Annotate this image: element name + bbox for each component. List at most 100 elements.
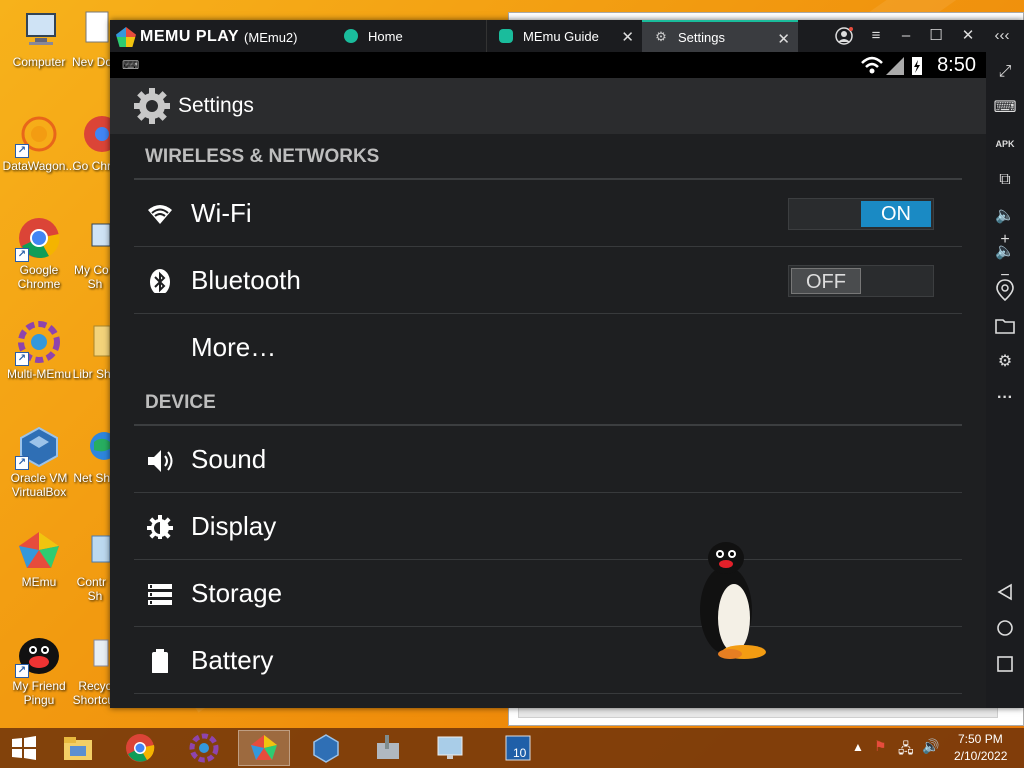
desktop-icon-memu[interactable]: MEmu bbox=[0, 528, 78, 589]
control-panel-icon bbox=[80, 528, 111, 572]
keyboard-icon[interactable]: ⌨ bbox=[993, 96, 1017, 120]
taskbar-memu[interactable] bbox=[238, 730, 290, 766]
collapse-icon[interactable]: ‹‹‹ bbox=[992, 26, 1012, 46]
memu-titlebar[interactable]: MEMU PLAY (MEmu2) Home MEmu Guide ✕ ⚙ Se… bbox=[110, 20, 1024, 52]
remote-desktop-icon bbox=[437, 736, 463, 759]
home-icon[interactable] bbox=[993, 616, 1017, 640]
battery-icon bbox=[152, 649, 168, 673]
android-screen: ⌨ 8:50 Settings WIRELESS & NETWORKS Wi-F… bbox=[110, 52, 986, 708]
pingu-icon: ↗ bbox=[15, 632, 61, 678]
location-icon[interactable] bbox=[993, 278, 1017, 302]
page-title: Settings bbox=[178, 94, 254, 117]
network-tray-icon[interactable]: 🖧 bbox=[898, 738, 914, 762]
settings-icon[interactable]: ⚙ bbox=[993, 350, 1017, 374]
home-app-icon bbox=[344, 29, 358, 43]
maximize-icon[interactable]: ☐ bbox=[926, 26, 946, 46]
tab-settings[interactable]: ⚙ Settings ✕ bbox=[642, 20, 798, 52]
action-center-flag-icon[interactable]: ⚑ bbox=[874, 738, 887, 755]
document-icon bbox=[80, 8, 110, 52]
volume-down-icon[interactable]: 🔈− bbox=[993, 240, 1017, 284]
taskbar-virtualbox[interactable] bbox=[300, 730, 352, 766]
back-icon[interactable] bbox=[993, 580, 1017, 604]
more-icon[interactable]: ··· bbox=[993, 386, 1017, 410]
tray-date[interactable]: 2/10/2022 bbox=[954, 749, 1007, 763]
folder-icon bbox=[64, 737, 92, 760]
desktop-icon-chrome[interactable]: ↗ Google Chrome bbox=[0, 216, 78, 291]
datawagon-icon: ↗ bbox=[15, 112, 61, 158]
memu-icon bbox=[17, 528, 61, 572]
virtualbox-icon: ↗ bbox=[15, 424, 61, 470]
keyboard-indicator-icon: ⌨ bbox=[122, 58, 140, 72]
settings-gear-icon[interactable] bbox=[132, 86, 172, 126]
close-icon[interactable]: ✕ bbox=[958, 26, 978, 46]
account-icon[interactable] bbox=[834, 26, 854, 46]
start-button[interactable] bbox=[0, 730, 48, 766]
memu-logo-icon bbox=[116, 27, 136, 47]
memu-instance: (MEmu2) bbox=[244, 29, 298, 45]
taskbar-tools[interactable] bbox=[362, 730, 414, 766]
network-icon bbox=[80, 424, 118, 468]
shortcut-arrow-icon: ↗ bbox=[15, 352, 29, 366]
section-header-device: DEVICE bbox=[134, 380, 962, 426]
tab-home[interactable]: Home bbox=[332, 20, 486, 52]
recents-icon[interactable] bbox=[993, 652, 1017, 676]
folder-icon[interactable] bbox=[993, 314, 1017, 338]
memu-brand: MEMU PLAY bbox=[140, 28, 240, 45]
settings-item-more[interactable]: More… bbox=[134, 314, 962, 380]
menu-icon[interactable]: ≡ bbox=[866, 26, 886, 46]
close-icon[interactable]: ✕ bbox=[621, 28, 634, 46]
minimize-icon[interactable]: – bbox=[896, 26, 916, 46]
taskbar-win10-app[interactable]: 10 bbox=[492, 730, 544, 766]
settings-item-storage[interactable]: Storage bbox=[134, 560, 962, 627]
multi-memu-icon: ↗ bbox=[15, 320, 61, 366]
tools-icon bbox=[377, 735, 399, 759]
fullscreen-icon[interactable]: ⤢ bbox=[993, 60, 1017, 84]
apk-icon[interactable]: APK bbox=[993, 132, 1017, 156]
volume-tray-icon[interactable]: 🔊 bbox=[922, 738, 939, 755]
computer-icon bbox=[17, 8, 61, 52]
tab-memu-guide[interactable]: MEmu Guide ✕ bbox=[486, 20, 642, 52]
memu-icon bbox=[251, 735, 277, 760]
desktop-icon-virtualbox[interactable]: ↗ Oracle VM VirtualBox bbox=[0, 424, 78, 499]
taskbar-file-explorer[interactable] bbox=[52, 730, 104, 766]
battery-status-icon bbox=[912, 57, 922, 75]
wifi-toggle[interactable]: ON bbox=[788, 198, 934, 230]
bluetooth-toggle[interactable]: OFF bbox=[788, 265, 934, 297]
svg-text:10: 10 bbox=[513, 746, 527, 760]
desktop-icon-datawagon[interactable]: ↗ DataWagon... bbox=[0, 112, 78, 173]
chrome-icon: ↗ bbox=[15, 216, 61, 262]
signal-icon bbox=[861, 56, 904, 75]
taskbar-chrome[interactable] bbox=[114, 730, 166, 766]
volume-up-icon[interactable]: 🔈+ bbox=[993, 204, 1017, 248]
settings-action-bar: Settings bbox=[110, 78, 986, 134]
settings-item-display[interactable]: Display bbox=[134, 493, 962, 560]
show-hidden-icons[interactable]: ▲ bbox=[852, 740, 864, 754]
taskbar-remote-desktop[interactable] bbox=[424, 730, 476, 766]
desktop-icon-multi-memu[interactable]: ↗ Multi-MEmu bbox=[0, 320, 78, 381]
shortcut-arrow-icon: ↗ bbox=[15, 248, 29, 262]
desktop-icon-computer[interactable]: Computer bbox=[0, 8, 78, 69]
close-icon[interactable]: ✕ bbox=[777, 30, 790, 48]
multi-memu-icon bbox=[189, 733, 219, 763]
chrome-icon bbox=[80, 112, 120, 156]
status-clock: 8:50 bbox=[937, 54, 976, 76]
section-header-wireless: WIRELESS & NETWORKS bbox=[134, 134, 962, 180]
chrome-icon bbox=[126, 734, 155, 762]
computer-icon bbox=[80, 216, 111, 260]
shortcut-arrow-icon: ↗ bbox=[15, 664, 29, 678]
tray-time[interactable]: 7:50 PM bbox=[958, 732, 1003, 746]
settings-item-bluetooth[interactable]: Bluetooth OFF bbox=[134, 247, 962, 314]
recycle-bin-icon bbox=[80, 632, 110, 676]
pingu-desktop-pet[interactable] bbox=[696, 540, 768, 664]
settings-item-wifi[interactable]: Wi-Fi ON bbox=[134, 180, 962, 247]
memu-toolbar: ⤢ ⌨ APK ⧉ 🔈+ 🔈− ⚙ ··· bbox=[986, 52, 1024, 708]
desktop-icon-pingu[interactable]: ↗ My Friend Pingu bbox=[0, 632, 78, 707]
settings-item-sound[interactable]: Sound bbox=[134, 426, 962, 493]
speaker-icon bbox=[148, 450, 173, 472]
multi-window-icon[interactable]: ⧉ bbox=[993, 168, 1017, 192]
taskbar-multi-memu[interactable] bbox=[178, 730, 230, 766]
settings-item-battery[interactable]: Battery bbox=[134, 627, 962, 694]
windows-logo-icon bbox=[12, 736, 36, 760]
windows-taskbar: 10 ▲ ⚑ 🖧 🔊 7:50 PM 2/10/2022 bbox=[0, 728, 1024, 768]
settings-list: WIRELESS & NETWORKS Wi-Fi ON Bluetooth O… bbox=[134, 134, 962, 694]
